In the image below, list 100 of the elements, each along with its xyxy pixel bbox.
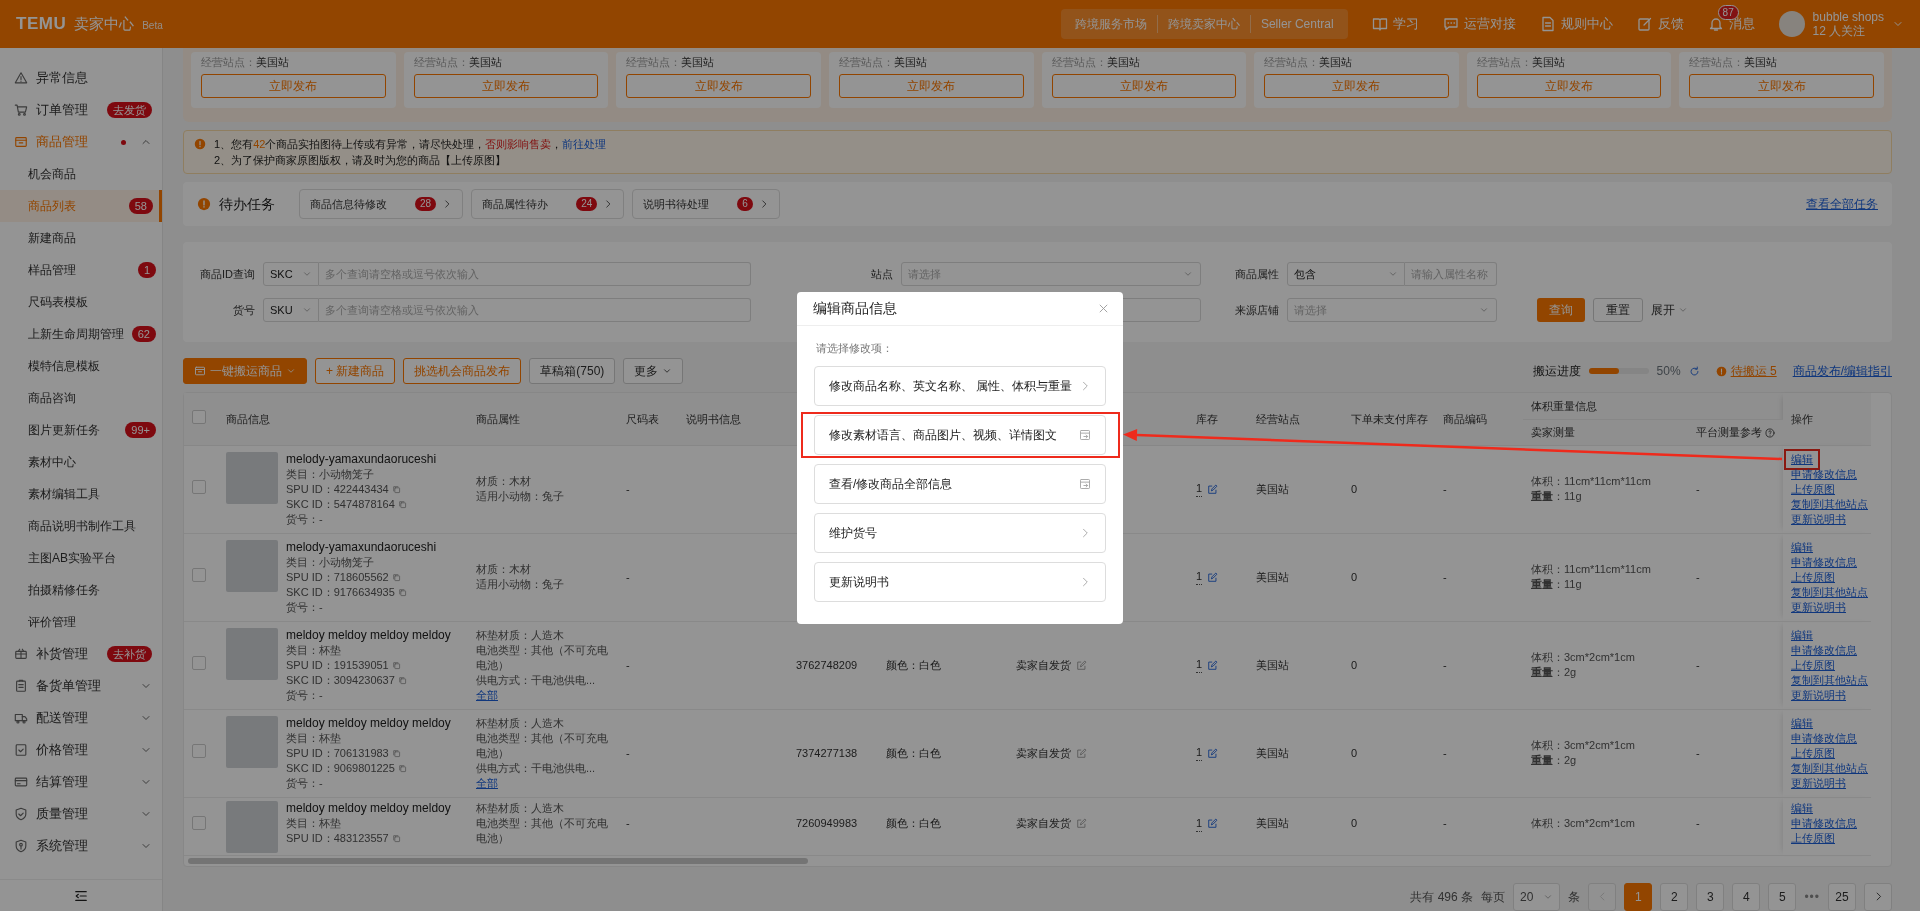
action-link[interactable]: 申请修改信息 — [1791, 466, 1857, 482]
action-link[interactable]: 申请修改信息 — [1791, 815, 1857, 831]
action-link[interactable]: 申请修改信息 — [1791, 554, 1857, 570]
option-item[interactable]: 更新说明书 — [814, 561, 1106, 602]
sidebar-item[interactable]: 质量管理 — [0, 798, 162, 830]
checkbox[interactable] — [192, 480, 206, 494]
option-item[interactable]: 维护货号 — [814, 512, 1106, 553]
action-link[interactable]: 编辑 — [1791, 539, 1813, 555]
edit-icon[interactable] — [1076, 817, 1087, 829]
sidebar-item[interactable]: 补货管理 去补货 — [0, 638, 162, 670]
copy-icon[interactable] — [391, 833, 401, 843]
stock-link[interactable]: 1 — [1195, 815, 1202, 832]
toolbar-button[interactable]: 挑选机会商品发布 — [403, 358, 522, 384]
page-button[interactable]: 1 — [1624, 882, 1653, 911]
logo[interactable]: TEMU — [16, 11, 67, 37]
next-page-button[interactable] — [1864, 882, 1892, 911]
guide-link[interactable]: 商品发布/编辑指引 — [1792, 362, 1892, 380]
publish-button[interactable]: 立即发布 — [626, 74, 811, 98]
process-link[interactable]: 前往处理 — [562, 138, 607, 150]
refresh-icon[interactable] — [1688, 365, 1700, 377]
action-link[interactable]: 更新说明书 — [1791, 775, 1846, 791]
copy-icon[interactable] — [391, 660, 401, 670]
show-all-link[interactable]: 全部 — [476, 775, 498, 791]
view-all-link[interactable]: 查看全部任务 — [1806, 195, 1878, 213]
page-button[interactable]: 5 — [1768, 882, 1797, 911]
sidebar-item[interactable]: 配送管理 — [0, 702, 162, 734]
avatar[interactable] — [1778, 11, 1805, 37]
sidebar-item[interactable]: 订单管理 去发货 — [0, 94, 162, 126]
header-link[interactable]: 运营对接 — [1442, 14, 1516, 34]
sidebar-item[interactable]: 评价管理 — [0, 606, 162, 638]
option-item[interactable]: 修改商品名称、英文名称、 属性、体积与重量 — [814, 365, 1106, 406]
help-icon[interactable] — [1765, 427, 1775, 438]
sidebar-item[interactable]: 机会商品 — [0, 158, 162, 190]
edit-icon[interactable] — [1207, 571, 1218, 583]
page-button[interactable]: 3 — [1696, 882, 1725, 911]
checkbox[interactable] — [192, 568, 206, 582]
publish-button[interactable]: 立即发布 — [413, 74, 599, 98]
action-link[interactable]: 更新说明书 — [1791, 511, 1846, 527]
publish-button[interactable]: 立即发布 — [1476, 74, 1662, 98]
sidebar-item[interactable]: 主图AB实验平台 — [0, 542, 162, 574]
copy-icon[interactable] — [397, 675, 407, 685]
copy-icon[interactable] — [391, 748, 401, 758]
edit-icon[interactable] — [1076, 747, 1087, 759]
copy-icon[interactable] — [397, 499, 407, 509]
copy-icon[interactable] — [391, 484, 401, 494]
pending-link[interactable]: 待搬运 5 — [1715, 362, 1777, 380]
sidebar-item[interactable]: 尺码表模板 — [0, 286, 162, 318]
stock-link[interactable]: 1 — [1195, 745, 1202, 761]
show-all-link[interactable]: 全部 — [476, 687, 498, 703]
page-button[interactable]: 2 — [1660, 882, 1689, 911]
checkbox[interactable] — [192, 409, 206, 424]
action-link[interactable]: 上传原图 — [1791, 569, 1835, 585]
stock-link[interactable]: 1 — [1195, 481, 1202, 497]
action-link[interactable]: 编辑 — [1791, 800, 1813, 816]
page-button[interactable]: 25 — [1828, 882, 1856, 911]
header-link[interactable]: 规则中心 — [1539, 14, 1613, 34]
copy-icon[interactable] — [397, 763, 407, 773]
sidebar-item[interactable]: 商品管理 — [0, 126, 162, 158]
sidebar-item[interactable]: 异常信息 — [0, 62, 162, 94]
select-field[interactable]: SKC — [263, 262, 319, 286]
edit-icon[interactable] — [1207, 818, 1218, 829]
sidebar-item[interactable]: 备货单管理 — [0, 670, 162, 702]
action-link[interactable]: 申请修改信息 — [1791, 730, 1857, 746]
page-size-select[interactable]: 20 — [1513, 882, 1561, 911]
sidebar-item[interactable]: 样品管理 1 — [0, 254, 162, 286]
search-button[interactable]: 查询 — [1537, 298, 1585, 322]
option-item[interactable]: 查看/修改商品全部信息 — [814, 463, 1106, 504]
portal-link[interactable]: 跨境服务市场 — [1064, 15, 1158, 33]
sidebar-item[interactable]: 商品列表 58 — [0, 190, 162, 222]
copy-icon[interactable] — [391, 572, 401, 582]
portal-link[interactable]: Seller Central — [1250, 15, 1344, 33]
sidebar-item[interactable]: 素材中心 — [0, 446, 162, 478]
sidebar-item[interactable]: 素材编辑工具 — [0, 478, 162, 510]
action-link[interactable]: 编辑 — [1791, 715, 1813, 731]
task-chip[interactable]: 商品属性待办 24 — [471, 189, 625, 219]
sidebar-item[interactable]: 结算管理 — [0, 766, 162, 798]
toolbar-button[interactable]: 一键搬运商品 — [183, 358, 307, 384]
checkbox[interactable] — [192, 656, 206, 670]
action-link[interactable]: 上传原图 — [1791, 830, 1835, 846]
option-item[interactable]: 修改素材语言、商品图片、视频、详情图文 — [814, 414, 1106, 455]
header-link[interactable]: 学习 — [1371, 14, 1419, 34]
expand-button[interactable]: 展开 — [1651, 301, 1688, 319]
action-link[interactable]: 复制到其他站点 — [1791, 584, 1868, 600]
stock-link[interactable]: 1 — [1195, 657, 1202, 673]
checkbox[interactable] — [192, 815, 206, 830]
copy-icon[interactable] — [397, 587, 407, 597]
edit-icon[interactable] — [1207, 659, 1218, 671]
action-link[interactable]: 复制到其他站点 — [1791, 672, 1868, 688]
toolbar-button[interactable]: 更多 — [623, 358, 684, 384]
header-link[interactable]: 反馈 — [1636, 14, 1684, 34]
sidebar-item[interactable]: 商品咨询 — [0, 382, 162, 414]
close-icon[interactable] — [1098, 303, 1109, 314]
action-link[interactable]: 复制到其他站点 — [1791, 496, 1868, 512]
sidebar-item[interactable]: 拍摄精修任务 — [0, 574, 162, 606]
sidebar-item[interactable]: 上新生命周期管理 62 — [0, 318, 162, 350]
toolbar-button[interactable]: + 新建商品 — [315, 358, 396, 384]
horizontal-scrollbar[interactable] — [188, 857, 808, 864]
action-link[interactable]: 上传原图 — [1791, 745, 1835, 761]
edit-icon[interactable] — [1207, 483, 1218, 495]
action-link[interactable]: 更新说明书 — [1791, 599, 1846, 615]
